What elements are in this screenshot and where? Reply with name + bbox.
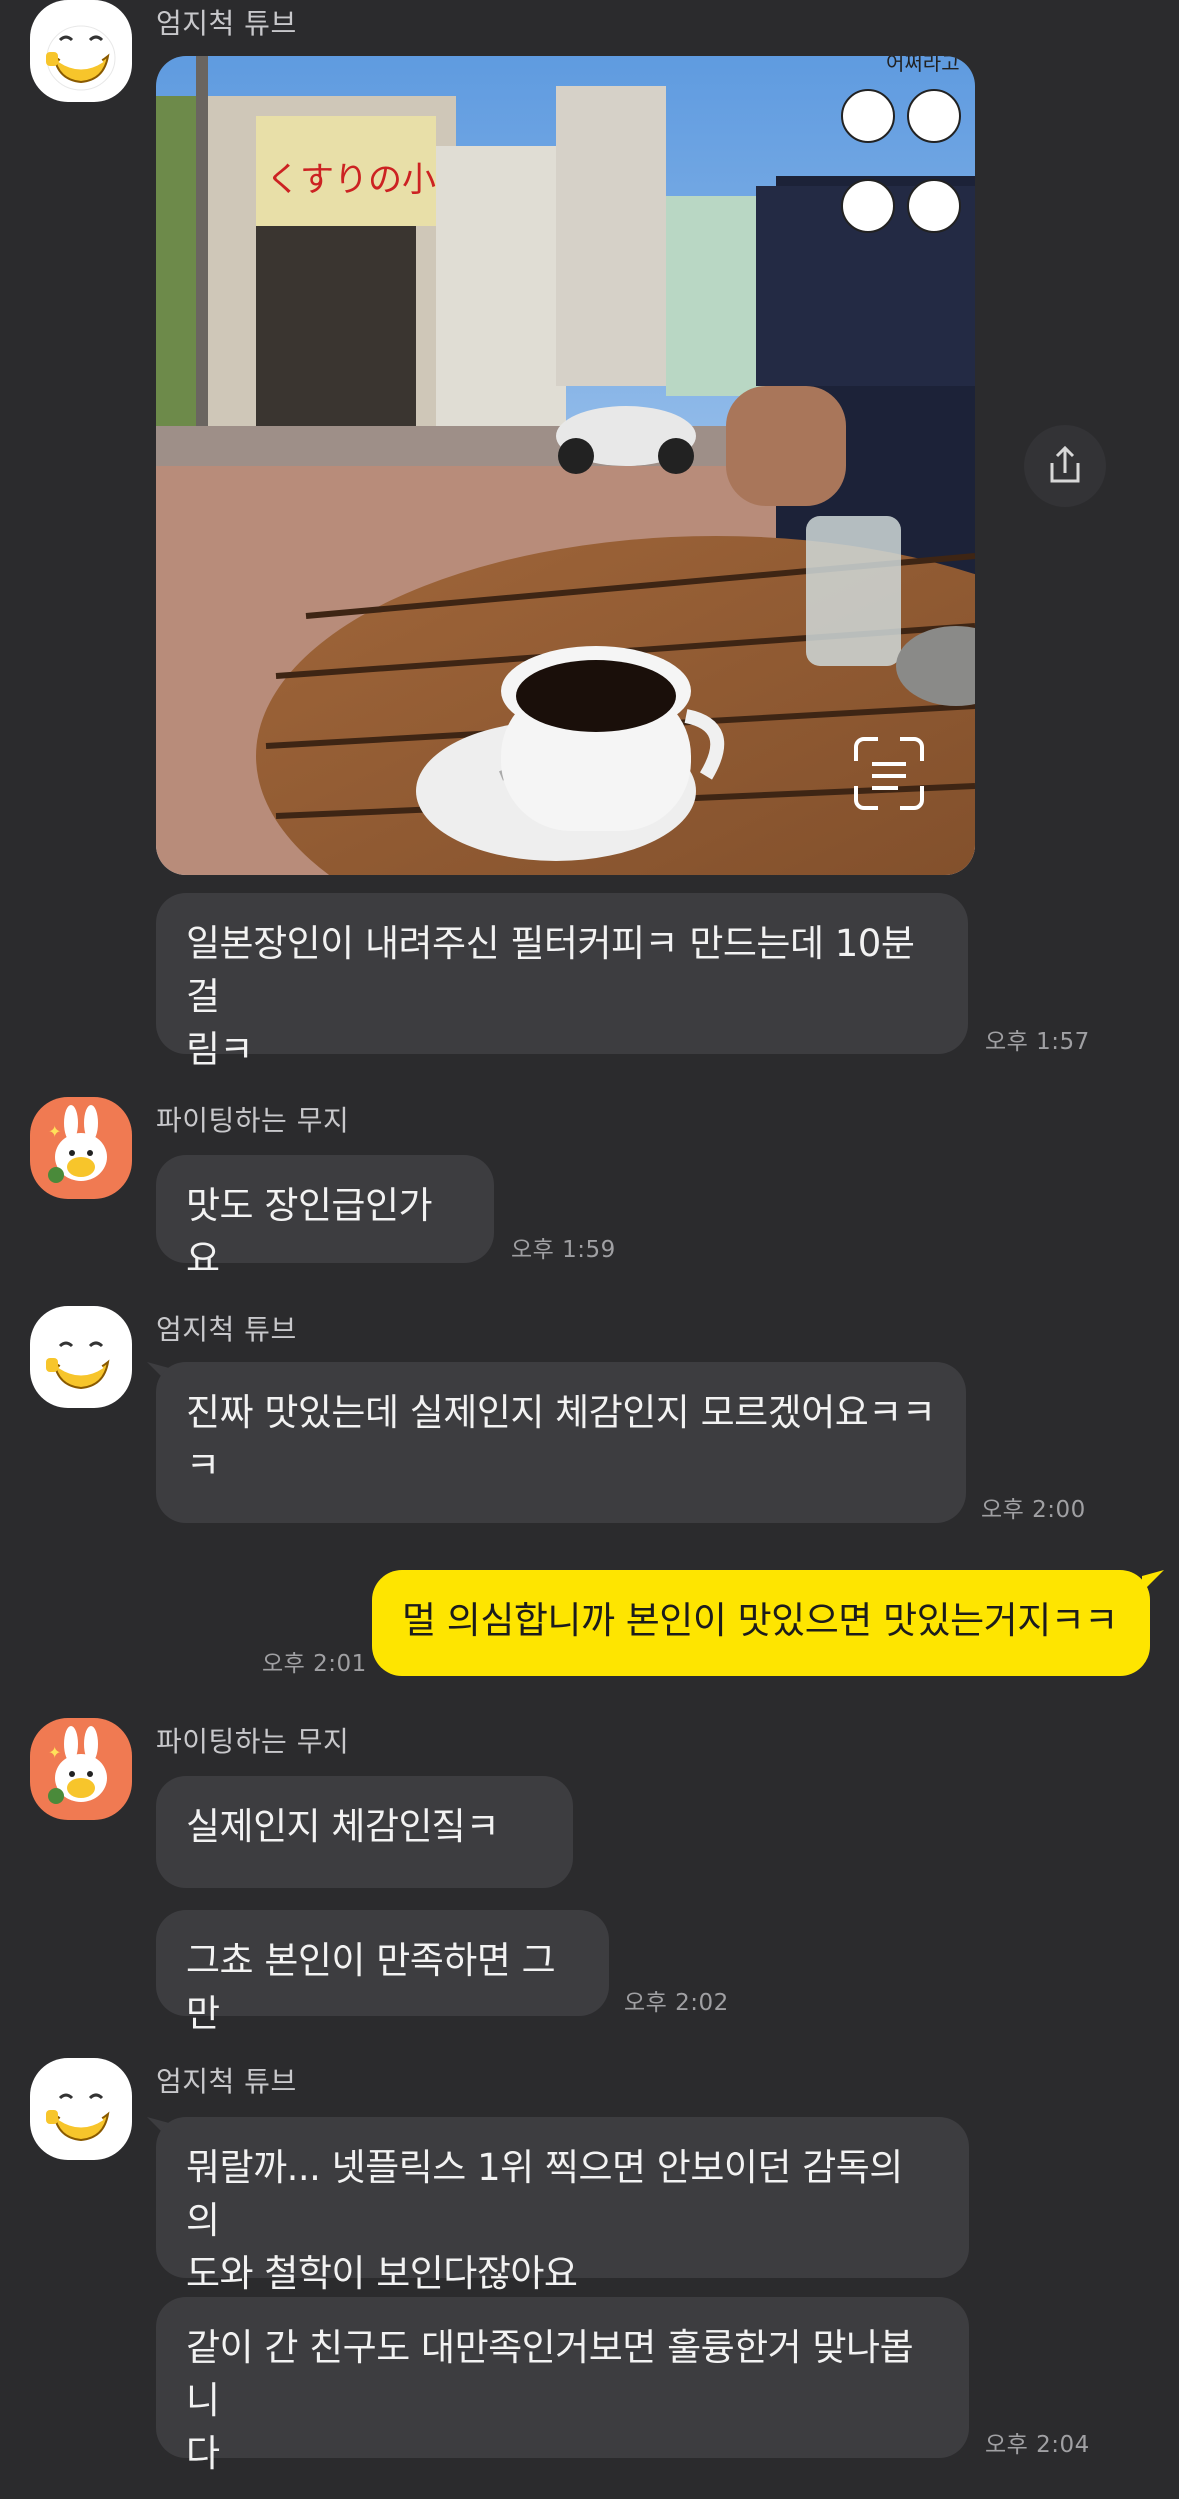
muzi-avatar-icon: ✦ [30,1718,132,1820]
avatar-tube[interactable] [30,2058,132,2160]
sender-name: 엄지척 튜브 [156,2065,297,2098]
sender-name: 파이팅하는 무지 [156,1725,350,1758]
share-icon [1050,445,1080,483]
tube-avatar-icon [30,1306,132,1408]
message-line: 같이 간 친구도 대만족인거보면 훌륭한거 맞나봅니 [186,2326,914,2422]
svg-text:✦: ✦ [48,1122,61,1141]
timestamp: 오후 1:57 [985,1029,1090,1055]
avatar-muzi[interactable]: ✦ [30,1718,132,1820]
avatar-muzi[interactable]: ✦ [30,1097,132,1199]
timestamp: 오후 2:00 [981,1497,1086,1523]
message-line: 진짜 맛있는데 실제인지 체감인지 모르겠어요ㅋㅋ [186,1391,936,1434]
timestamp: 오후 2:01 [262,1651,367,1677]
message-text: 그쵸 본인이 만족하면 그만 [186,1939,556,2035]
message-bubble[interactable]: 그쵸 본인이 만족하면 그만 [156,1910,609,2035]
message-line: 다 [186,2432,220,2475]
message-line: 일본장인이 내려주신 필터커피ㅋ 만드는데 10분걸 [186,922,915,1018]
message-bubble[interactable]: 실제인지 체감인짘ㅋ [156,1776,573,1888]
photo-message[interactable]: くすりの小浜 어쩌라고 [156,56,975,875]
message-bubble[interactable]: 같이 간 친구도 대만족인거보면 훌륭한거 맞나봅니 다 [156,2297,969,2475]
tube-avatar-icon [30,0,132,102]
coffee-photo-image: くすりの小浜 어쩌라고 [156,56,975,875]
message-bubble[interactable]: 일본장인이 내려주신 필터커피ㅋ 만드는데 10분걸 림ㅋ [156,893,968,1071]
timestamp: 오후 2:02 [624,1990,729,2016]
muzi-avatar-icon: ✦ [30,1097,132,1199]
bubble-tail [1142,1570,1164,1592]
message-bubble[interactable]: 뭐랄까... 넷플릭스 1위 찍으면 안보이던 감독의 의 도와 철학이 보인다… [156,2117,969,2295]
timestamp: 오후 1:59 [511,1237,616,1263]
sender-name: 엄지척 튜브 [156,7,297,40]
message-text: 멀 의심합니까 본인이 맛있으면 맛있는거지ㅋㅋ [402,1599,1118,1642]
sender-name: 파이팅하는 무지 [156,1104,350,1137]
message-text: 실제인지 체감인짘ㅋ [186,1805,500,1848]
avatar-tube[interactable] [30,0,132,102]
message-bubble[interactable]: 맛도 장인급인가요 [156,1155,494,1280]
tube-avatar-icon [30,2058,132,2160]
my-message-bubble[interactable]: 멀 의심합니까 본인이 맛있으면 맛있는거지ㅋㅋ [372,1570,1150,1676]
message-text: 맛도 장인급인가요 [186,1184,433,1280]
message-line: 림ㅋ [186,1028,254,1071]
sender-name: 엄지척 튜브 [156,1313,297,1346]
timestamp: 오후 2:04 [985,2432,1090,2458]
sticker-text: 어쩌라고 [886,56,960,75]
svg-text:✦: ✦ [48,1743,61,1762]
avatar-tube[interactable] [30,1306,132,1408]
message-line: ㅋ [186,1444,220,1487]
share-button[interactable] [1024,425,1106,507]
message-line: 도와 철학이 보인다잖아요 [186,2252,578,2295]
message-line: 뭐랄까... 넷플릭스 1위 찍으면 안보이던 감독의 의 [186,2146,903,2242]
message-bubble[interactable]: 진짜 맛있는데 실제인지 체감인지 모르겠어요ㅋㅋ ㅋ [156,1362,966,1523]
